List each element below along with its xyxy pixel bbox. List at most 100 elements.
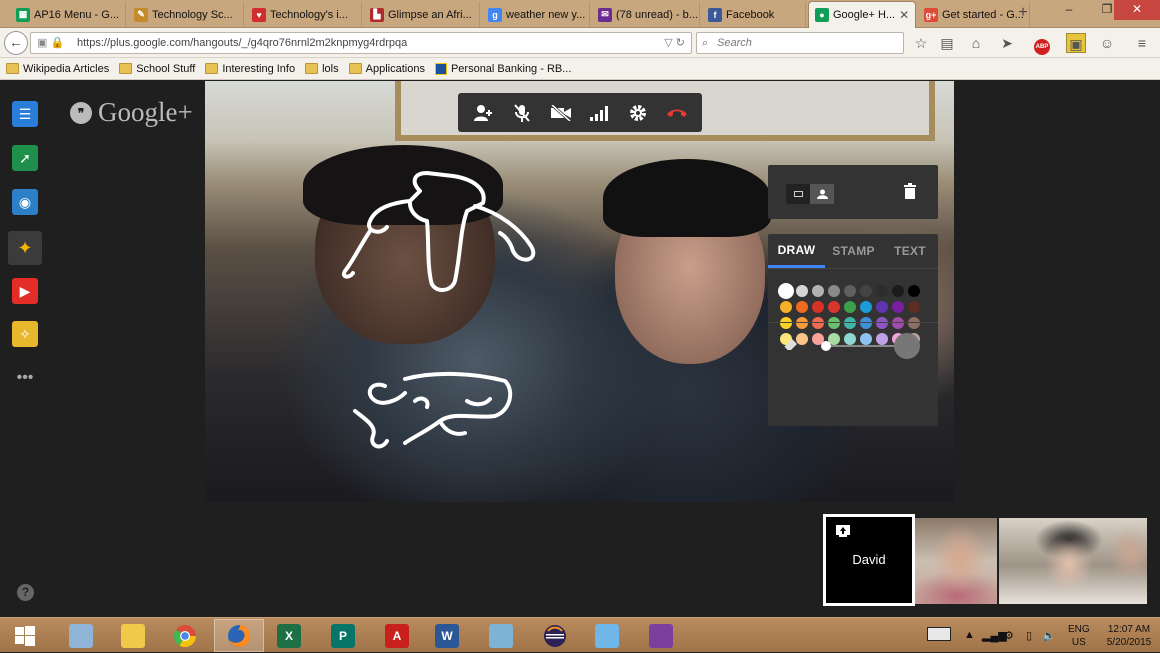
bookmark-star-icon[interactable]: ☆ bbox=[911, 33, 931, 53]
color-swatch[interactable] bbox=[860, 301, 872, 313]
trash-icon[interactable] bbox=[904, 183, 916, 199]
color-swatch[interactable] bbox=[876, 301, 888, 313]
volume-icon[interactable]: 🔈 bbox=[1042, 629, 1056, 642]
color-swatch[interactable] bbox=[812, 285, 824, 297]
tab-draw[interactable]: DRAW bbox=[768, 234, 825, 268]
reading-list-icon[interactable]: ▤ bbox=[937, 33, 957, 53]
chat-icon[interactable]: ☺ bbox=[1097, 33, 1117, 53]
taskbar-button[interactable] bbox=[56, 619, 106, 652]
bookmark-item[interactable]: lols bbox=[305, 63, 339, 75]
self-view-thumbnail[interactable] bbox=[999, 518, 1147, 604]
taskbar-button[interactable] bbox=[108, 619, 158, 652]
bookmark-item[interactable]: Applications bbox=[348, 63, 425, 75]
bookmark-item[interactable]: Interesting Info bbox=[205, 63, 295, 75]
browser-tab[interactable]: ♥ Technology's i... bbox=[246, 2, 362, 27]
color-swatch[interactable] bbox=[828, 285, 840, 297]
browser-tab[interactable]: ✉ (78 unread) - b... bbox=[592, 2, 700, 27]
color-swatch[interactable] bbox=[876, 333, 888, 345]
brush-size-slider[interactable] bbox=[821, 341, 831, 351]
color-swatch[interactable] bbox=[844, 317, 856, 329]
adblock-icon[interactable]: ABP bbox=[1030, 33, 1054, 55]
color-swatch[interactable] bbox=[892, 317, 904, 329]
video-background-icon[interactable] bbox=[810, 184, 834, 204]
language-indicator[interactable]: ENG US bbox=[1068, 623, 1090, 649]
taskbar-button[interactable]: W bbox=[422, 619, 472, 652]
browser-tab[interactable]: ▙ Glimpse an Afri... bbox=[364, 2, 480, 27]
taskbar-button[interactable]: A bbox=[372, 619, 422, 652]
color-swatch[interactable] bbox=[892, 301, 904, 313]
camera-icon[interactable]: ◉ bbox=[12, 189, 38, 215]
eraser-icon[interactable] bbox=[782, 336, 800, 352]
taskbar-button[interactable] bbox=[582, 619, 632, 652]
color-swatch[interactable] bbox=[876, 317, 888, 329]
color-swatch[interactable] bbox=[780, 285, 792, 297]
site-identity-icon[interactable]: ▣ 🔒 bbox=[37, 33, 64, 53]
new-tab-button[interactable]: + bbox=[1014, 4, 1032, 22]
participant-thumbnail[interactable] bbox=[915, 518, 997, 604]
extension-icon[interactable]: ▣ bbox=[1066, 33, 1086, 53]
search-input[interactable]: ⌕ Search bbox=[696, 32, 904, 54]
network-icon[interactable]: ▂▄▆ bbox=[982, 629, 1007, 642]
browser-tab[interactable]: ✎ Technology Sc... bbox=[128, 2, 244, 27]
bookmark-item[interactable]: Personal Banking - RB... bbox=[434, 62, 571, 75]
sync-icon[interactable]: ⚙ bbox=[1004, 629, 1014, 642]
taskbar-button[interactable] bbox=[0, 619, 50, 652]
taskbar-button[interactable] bbox=[214, 619, 264, 652]
color-swatch[interactable] bbox=[908, 301, 920, 313]
effects-icon[interactable]: ✧ bbox=[12, 321, 38, 347]
color-swatch[interactable] bbox=[812, 317, 824, 329]
color-swatch[interactable] bbox=[796, 317, 808, 329]
color-swatch[interactable] bbox=[844, 285, 856, 297]
invite-people-icon[interactable] bbox=[469, 99, 497, 127]
color-swatch[interactable] bbox=[844, 301, 856, 313]
tab-text[interactable]: TEXT bbox=[882, 234, 938, 268]
turn-off-camera-icon[interactable] bbox=[547, 99, 575, 127]
menu-icon[interactable]: ≡ bbox=[1132, 33, 1152, 53]
youtube-icon[interactable]: ▶ bbox=[12, 278, 38, 304]
brush-size-track[interactable] bbox=[825, 345, 905, 347]
taskbar-button[interactable]: X bbox=[264, 619, 314, 652]
color-swatch[interactable] bbox=[876, 285, 888, 297]
taskbar-button[interactable]: P bbox=[318, 619, 368, 652]
clock[interactable]: 12:07 AM 5/20/2015 bbox=[1100, 623, 1158, 649]
send-icon[interactable]: ➤ bbox=[997, 33, 1017, 53]
battery-icon[interactable]: ▯ bbox=[1026, 629, 1032, 642]
sketchpad-icon[interactable]: ✦ bbox=[8, 231, 42, 265]
chat-app-icon[interactable]: ☰ bbox=[12, 101, 38, 127]
mute-microphone-icon[interactable] bbox=[508, 99, 536, 127]
participant-tile-david[interactable]: David bbox=[823, 514, 915, 606]
color-swatch[interactable] bbox=[908, 285, 920, 297]
color-swatch[interactable] bbox=[812, 301, 824, 313]
bookmark-item[interactable]: Wikipedia Articles bbox=[6, 63, 109, 75]
color-swatch[interactable] bbox=[860, 317, 872, 329]
taskbar-button[interactable] bbox=[636, 619, 686, 652]
taskbar-button[interactable] bbox=[530, 619, 580, 652]
address-bar[interactable]: ▣ 🔒 https://plus.google.com/hangouts/_/g… bbox=[30, 32, 692, 54]
color-swatch[interactable] bbox=[828, 317, 840, 329]
color-swatch[interactable] bbox=[860, 333, 872, 345]
home-icon[interactable]: ⌂ bbox=[966, 33, 986, 53]
browser-tab[interactable]: ▦ AP16 Menu - G... bbox=[10, 2, 126, 27]
minimize-button[interactable]: – bbox=[1055, 0, 1083, 20]
close-tab-icon[interactable]: ✕ bbox=[899, 8, 909, 22]
bookmark-item[interactable]: School Stuff bbox=[119, 63, 195, 75]
color-swatch[interactable] bbox=[780, 301, 792, 313]
close-window-button[interactable]: ✕ bbox=[1114, 0, 1160, 20]
color-swatch[interactable] bbox=[908, 317, 920, 329]
reload-icon[interactable]: ▽ ↻ bbox=[664, 33, 685, 53]
color-swatch[interactable] bbox=[780, 317, 792, 329]
hang-up-icon[interactable] bbox=[663, 99, 691, 127]
settings-gear-icon[interactable] bbox=[624, 99, 652, 127]
show-hidden-icons-icon[interactable]: ▲ bbox=[964, 629, 975, 641]
more-apps-icon[interactable]: ••• bbox=[12, 365, 38, 391]
color-swatch[interactable] bbox=[828, 301, 840, 313]
browser-tab[interactable]: g weather new y... bbox=[482, 2, 590, 27]
view-toggle[interactable] bbox=[786, 184, 834, 204]
canvas-only-icon[interactable] bbox=[786, 184, 810, 204]
taskbar-button[interactable] bbox=[160, 619, 210, 652]
browser-tab[interactable]: ● Google+ H... ✕ bbox=[808, 1, 916, 28]
color-swatch[interactable] bbox=[796, 285, 808, 297]
help-icon[interactable]: ? bbox=[17, 584, 34, 601]
bandwidth-icon[interactable] bbox=[585, 99, 613, 127]
color-swatch[interactable] bbox=[796, 301, 808, 313]
